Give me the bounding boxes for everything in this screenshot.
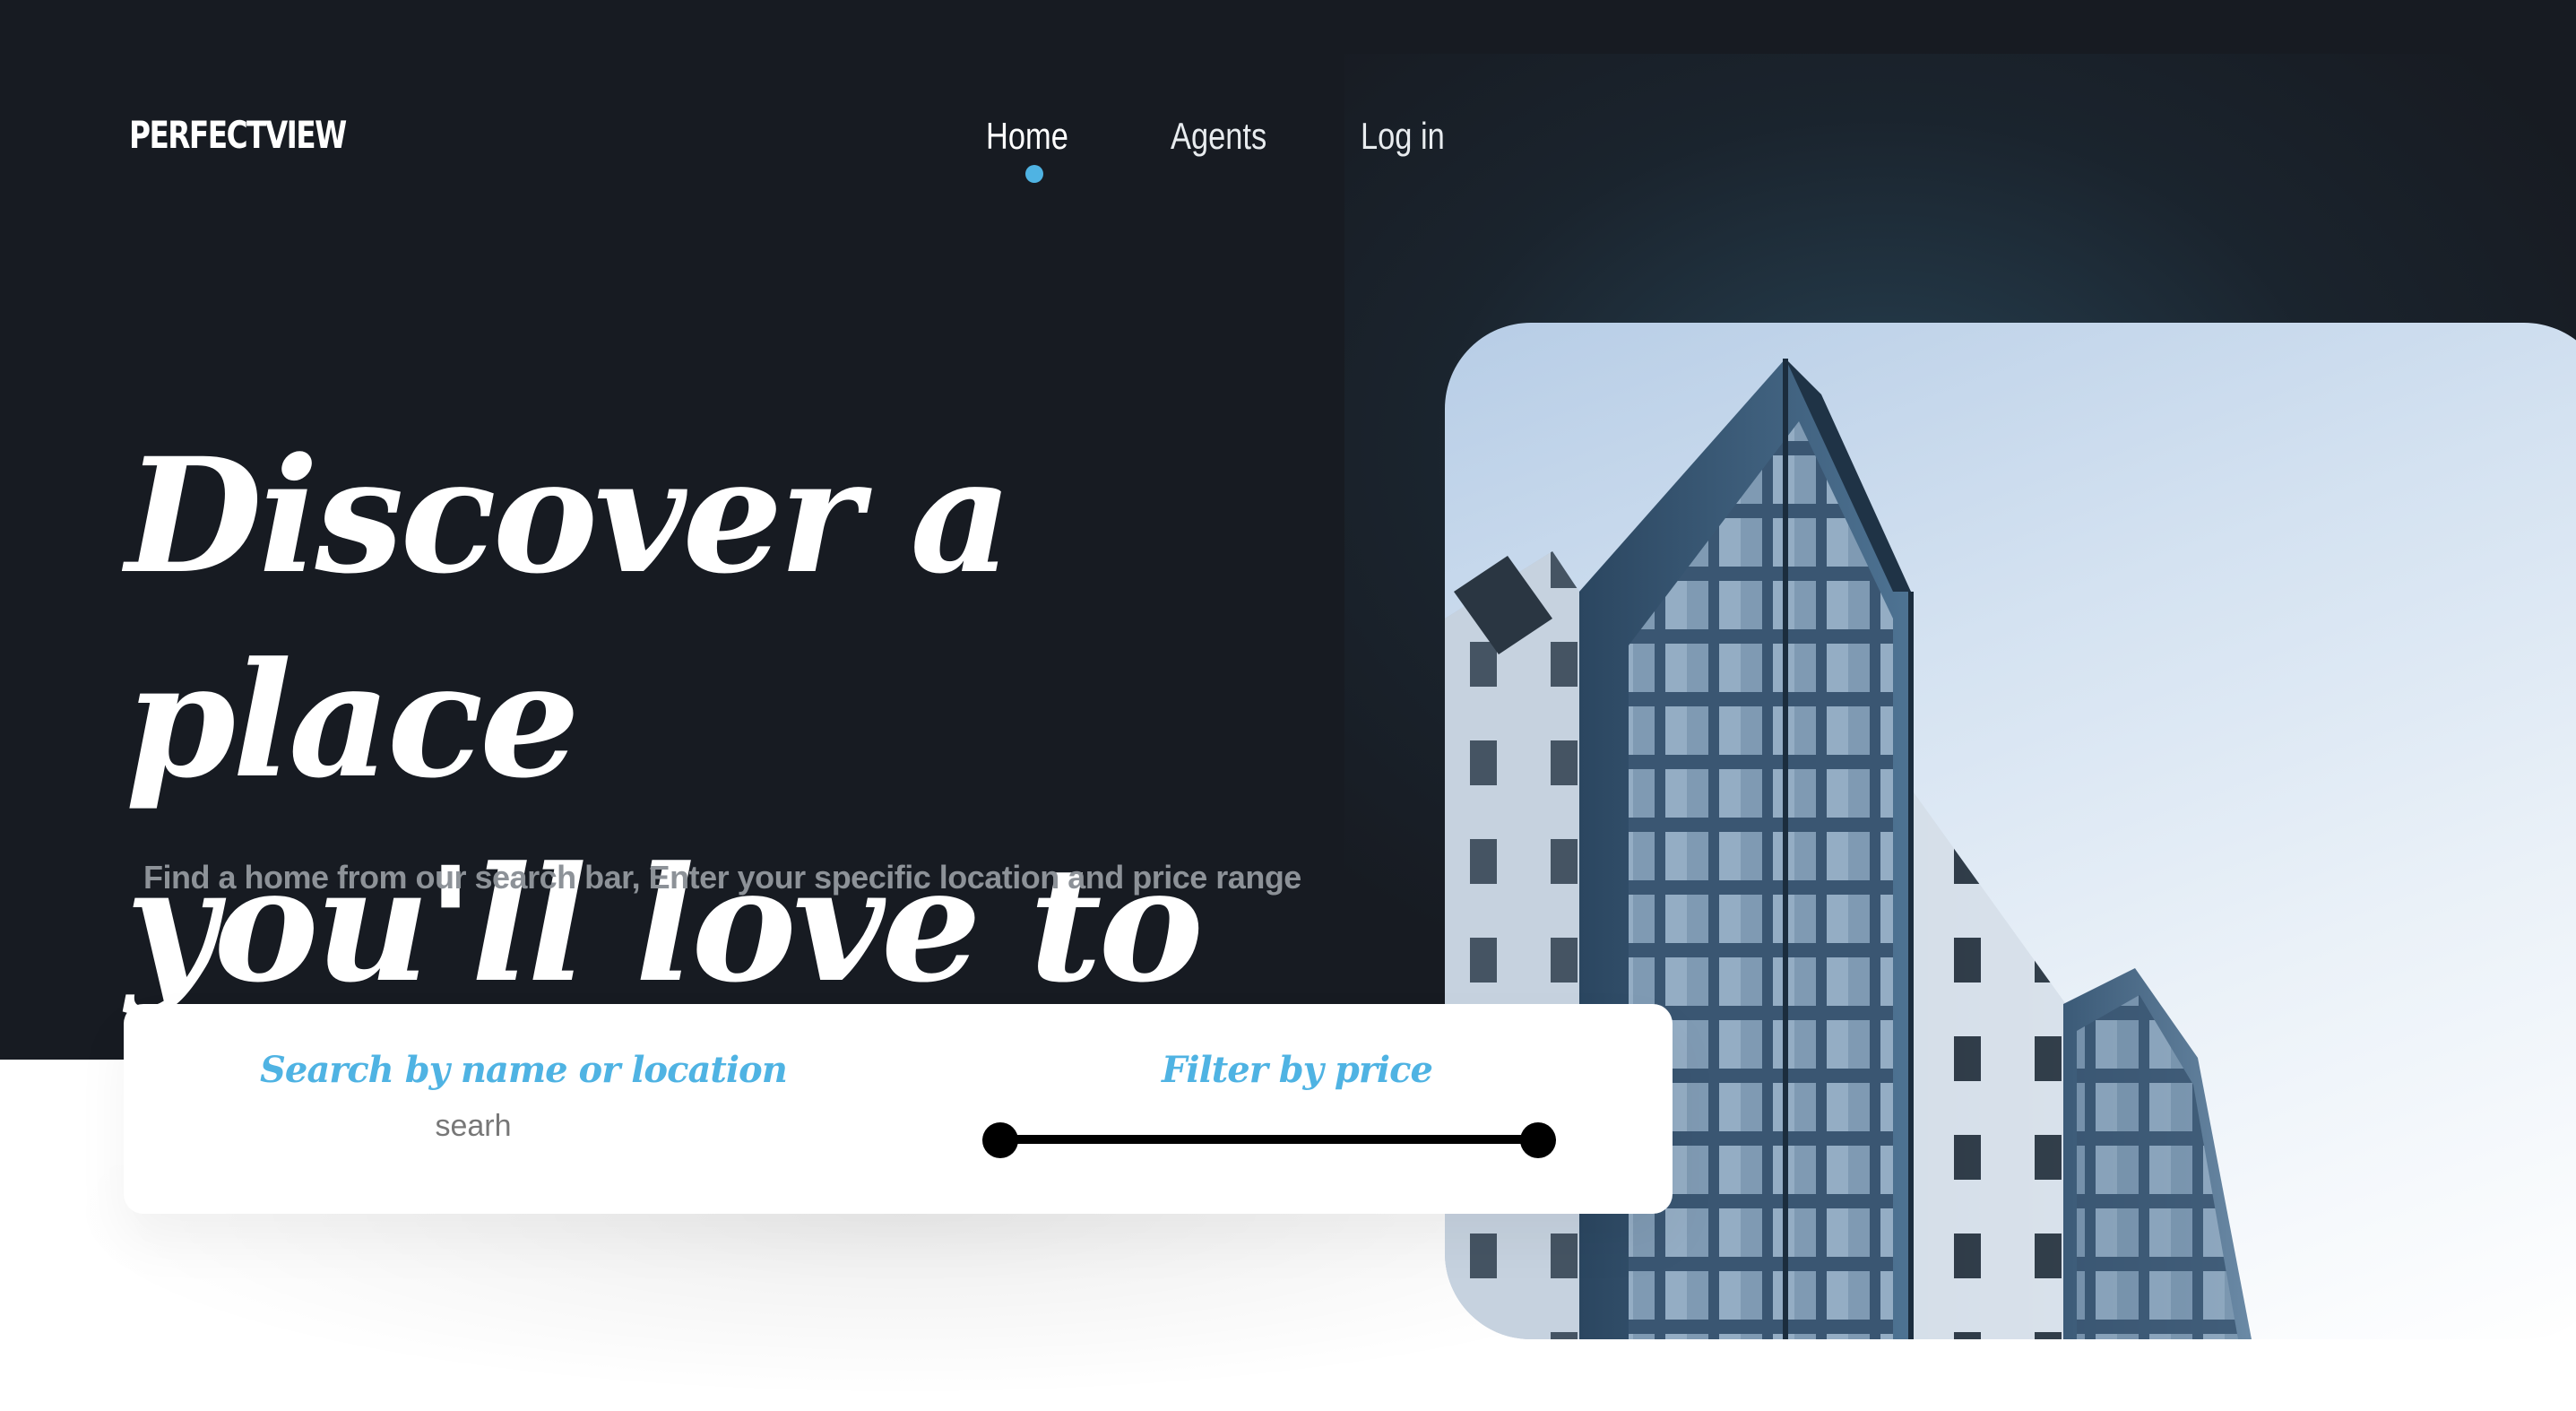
page: PERFECTVIEW Home Agents Log in Discover … (0, 0, 2576, 1411)
headline-line-1: Discover a place (125, 423, 1012, 813)
search-input[interactable] (285, 1103, 661, 1149)
nav-home[interactable]: Home (986, 115, 1068, 158)
hero-subtitle: Find a home from our search bar, Enter y… (143, 859, 1301, 896)
price-slider-max-thumb[interactable] (1520, 1122, 1556, 1158)
price-slider-min-thumb[interactable] (982, 1122, 1018, 1158)
nav-active-dot-icon (1025, 165, 1043, 183)
nav-agents[interactable]: Agents (1171, 115, 1266, 158)
nav-login[interactable]: Log in (1361, 115, 1445, 158)
price-slider-track[interactable] (1000, 1135, 1538, 1144)
search-label: Search by name or location (260, 1049, 788, 1091)
search-card: Search by name or location Filter by pri… (124, 1004, 1673, 1214)
logo[interactable]: PERFECTVIEW (129, 113, 347, 157)
price-filter-label: Filter by price (1162, 1049, 1433, 1091)
